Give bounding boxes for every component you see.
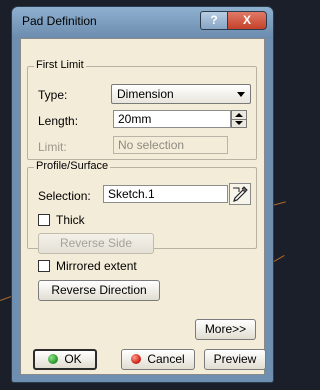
- length-field[interactable]: 20mm: [113, 110, 231, 128]
- first-limit-legend: First Limit: [34, 59, 86, 71]
- spin-up-icon[interactable]: [235, 113, 243, 117]
- preview-button[interactable]: Preview: [204, 349, 266, 370]
- background-line: [272, 201, 286, 206]
- ok-icon: [48, 354, 59, 364]
- selection-field[interactable]: Sketch.1: [103, 185, 228, 203]
- length-label: Length:: [38, 114, 79, 128]
- cancel-label: Cancel: [147, 352, 185, 366]
- limit-label: Limit:: [38, 140, 67, 154]
- ok-label: OK: [64, 352, 82, 366]
- sketcher-button[interactable]: [229, 183, 251, 205]
- mirrored-extent-checkbox[interactable]: [38, 260, 50, 272]
- close-button[interactable]: X: [227, 11, 267, 30]
- spinner-divider: [232, 119, 246, 120]
- type-label: Type:: [38, 88, 68, 102]
- type-dropdown[interactable]: Dimension: [111, 84, 251, 104]
- mirrored-extent-label: Mirrored extent: [56, 259, 137, 273]
- help-button[interactable]: ?: [200, 11, 228, 30]
- thick-checkbox[interactable]: [38, 214, 50, 226]
- profile-surface-legend: Profile/Surface: [34, 160, 111, 172]
- ok-button[interactable]: OK: [33, 349, 97, 370]
- reverse-direction-button[interactable]: Reverse Direction: [38, 280, 160, 301]
- type-value: Dimension: [117, 87, 174, 101]
- selection-label: Selection:: [38, 189, 91, 203]
- cancel-button[interactable]: Cancel: [121, 349, 195, 370]
- more-button[interactable]: More>>: [195, 319, 256, 340]
- thick-label: Thick: [56, 213, 85, 227]
- dialog-body: First Limit Type: Dimension Length: 20mm…: [20, 38, 266, 375]
- limit-field: No selection: [113, 136, 228, 154]
- title-bar[interactable]: Pad Definition ? X: [12, 7, 273, 39]
- spin-down-icon[interactable]: [235, 121, 243, 125]
- chevron-down-icon: [237, 92, 245, 97]
- pad-definition-dialog: Pad Definition ? X First Limit Type: Dim…: [11, 6, 274, 383]
- cancel-icon: [131, 354, 142, 364]
- length-spinner[interactable]: [231, 110, 247, 128]
- pencil-icon: [233, 186, 248, 202]
- reverse-side-button: Reverse Side: [38, 233, 154, 254]
- dialog-title: Pad Definition: [22, 14, 97, 28]
